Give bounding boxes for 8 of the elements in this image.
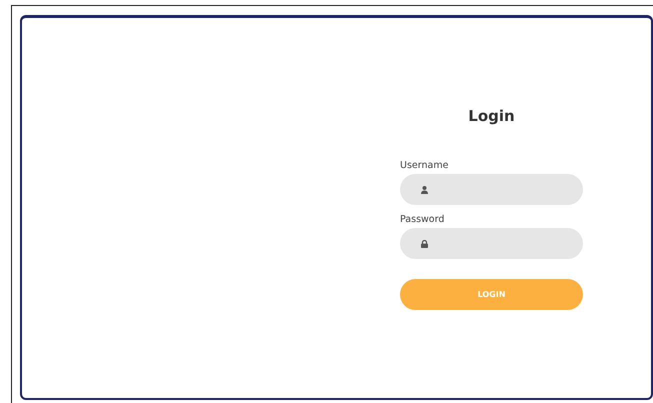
input-field[interactable]: [400, 228, 583, 259]
login-title: Login: [467, 106, 516, 127]
field-label: Username: [400, 159, 450, 172]
field-label: Password: [400, 213, 446, 226]
lock-icon: [421, 240, 428, 248]
input-field[interactable]: [400, 174, 583, 205]
user-icon: [421, 186, 428, 194]
login-button[interactable]: LOGIN: [400, 279, 583, 310]
